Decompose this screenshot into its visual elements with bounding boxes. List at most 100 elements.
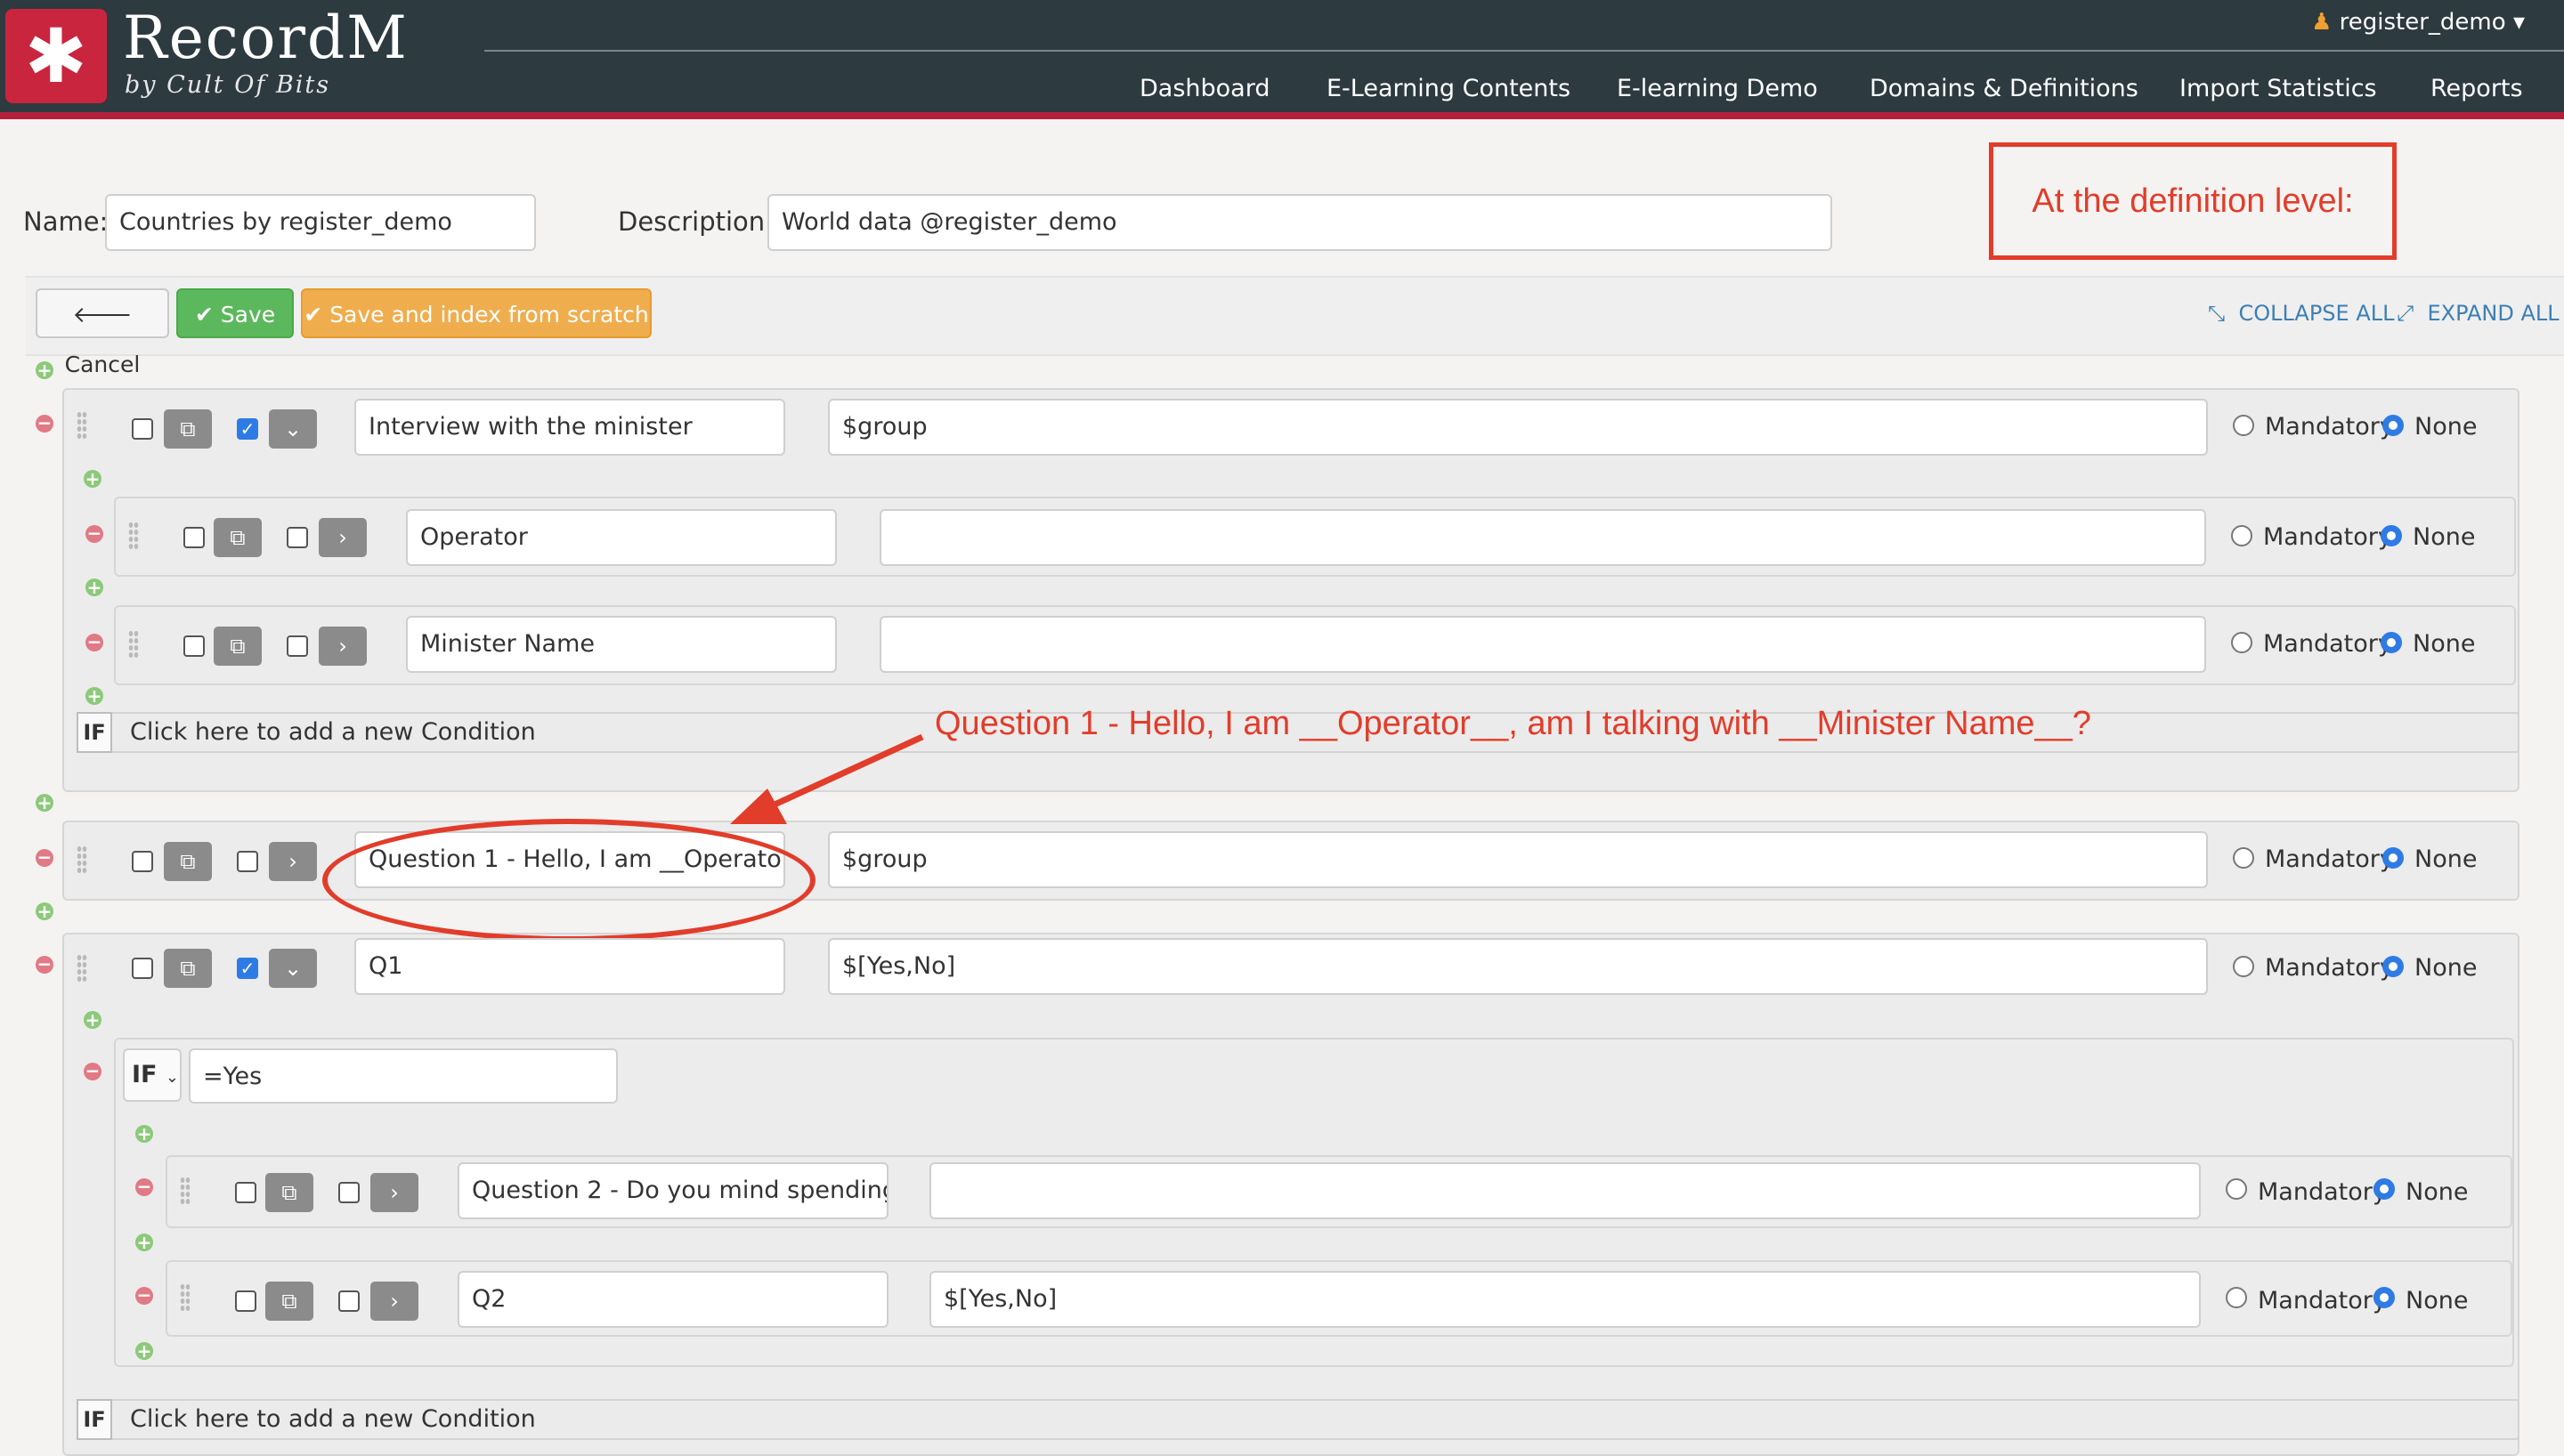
drag-handle-icon[interactable] [77, 411, 87, 440]
add-field-icon[interactable]: + [135, 1125, 153, 1143]
add-field-icon[interactable]: + [36, 361, 53, 379]
add-condition-row[interactable]: IF Click here to add a new Condition [77, 1399, 2519, 1440]
nav-dashboard[interactable]: Dashboard [1140, 75, 1270, 102]
none-radio[interactable] [2381, 525, 2402, 546]
field-description-input[interactable]: $group [828, 831, 2208, 888]
field-name-input[interactable]: Question 2 - Do you mind spending a f [458, 1162, 888, 1219]
drag-handle-icon[interactable] [180, 1177, 191, 1205]
field-name-input[interactable]: Operator [406, 509, 837, 566]
remove-field-icon[interactable]: − [135, 1177, 153, 1196]
drag-handle-icon[interactable] [180, 1283, 191, 1312]
cancel-button[interactable]: 🡐 Cancel [36, 288, 169, 377]
chevron-right-icon[interactable]: › [269, 842, 317, 881]
chevron-down-icon[interactable]: ⌄ [269, 949, 317, 988]
mandatory-radio[interactable] [2231, 632, 2252, 653]
duplicate-icon[interactable]: ⧉ [265, 1173, 313, 1212]
nav-reports[interactable]: Reports [2430, 75, 2523, 102]
duplicate-icon[interactable]: ⧉ [164, 949, 212, 988]
select-checkbox[interactable] [132, 958, 153, 979]
add-field-icon[interactable]: + [84, 1011, 101, 1029]
duplicate-icon[interactable]: ⧉ [164, 842, 212, 881]
add-field-icon[interactable]: + [85, 687, 103, 705]
drag-handle-icon[interactable] [77, 954, 87, 983]
expand-checkbox[interactable] [338, 1182, 360, 1203]
none-radio[interactable] [2381, 632, 2402, 653]
remove-field-icon[interactable]: − [135, 1286, 153, 1305]
duplicate-icon[interactable]: ⧉ [265, 1282, 313, 1321]
chevron-right-icon[interactable]: › [319, 518, 367, 557]
description-input[interactable]: World data @register_demo [767, 194, 1832, 251]
remove-field-icon[interactable]: − [85, 633, 103, 651]
mandatory-radio[interactable] [2231, 525, 2252, 546]
mandatory-radio[interactable] [2226, 1287, 2247, 1308]
none-radio[interactable] [2382, 415, 2404, 436]
select-checkbox[interactable] [132, 418, 153, 440]
add-condition-link[interactable]: Click here to add a new Condition [130, 714, 536, 751]
field-description-input[interactable] [880, 509, 2206, 566]
none-radio[interactable] [2382, 847, 2404, 869]
duplicate-icon[interactable]: ⧉ [214, 518, 262, 557]
add-field-icon[interactable]: + [36, 794, 53, 812]
none-radio[interactable] [2382, 956, 2404, 977]
remove-field-icon[interactable]: − [36, 848, 53, 867]
asterisk-logo-icon[interactable]: ✱ [5, 9, 107, 103]
select-checkbox[interactable] [235, 1182, 256, 1203]
collapse-all-button[interactable]: ⤡ COLLAPSE ALL [2208, 301, 2395, 326]
nav-domains-definitions[interactable]: Domains & Definitions [1870, 75, 2138, 102]
none-radio[interactable] [2373, 1178, 2395, 1200]
nav-import-statistics[interactable]: Import Statistics [2179, 75, 2377, 102]
field-description-input[interactable] [880, 616, 2206, 673]
duplicate-icon[interactable]: ⧉ [164, 409, 212, 449]
field-name-input[interactable]: Minister Name [406, 616, 837, 673]
none-radio[interactable] [2373, 1287, 2395, 1308]
field-name-input[interactable]: Interview with the minister [354, 399, 785, 456]
condition-input[interactable]: =Yes [189, 1048, 618, 1104]
field-description-input[interactable]: $group [828, 399, 2208, 456]
chevron-right-icon[interactable]: › [319, 627, 367, 666]
add-condition-link[interactable]: Click here to add a new Condition [130, 1401, 536, 1438]
expand-checkbox[interactable] [287, 635, 308, 657]
drag-handle-icon[interactable] [128, 630, 139, 659]
name-input[interactable]: Countries by register_demo [105, 194, 536, 251]
remove-condition-icon[interactable]: − [84, 1062, 101, 1080]
select-checkbox[interactable] [183, 635, 205, 657]
expand-checkbox[interactable]: ✓ [237, 958, 258, 979]
save-index-button[interactable]: ✔ Save and index from scratch [301, 288, 652, 338]
expand-checkbox[interactable] [237, 851, 258, 872]
field-description-input[interactable]: $[Yes,No] [929, 1271, 2201, 1328]
chevron-right-icon[interactable]: › [370, 1173, 418, 1212]
chevron-down-icon[interactable]: ⌄ [269, 409, 317, 449]
mandatory-radio[interactable] [2233, 415, 2254, 436]
mandatory-radio[interactable] [2233, 956, 2254, 977]
add-field-icon[interactable]: + [36, 902, 53, 920]
expand-all-button[interactable]: ⤢ EXPAND ALL [2397, 301, 2560, 326]
add-field-icon[interactable]: + [84, 470, 101, 488]
add-field-icon[interactable]: + [135, 1234, 153, 1251]
remove-field-icon[interactable]: − [36, 414, 53, 433]
field-name-input[interactable]: Q1 [354, 938, 785, 995]
add-field-icon[interactable]: + [135, 1342, 153, 1360]
save-button[interactable]: ✔ Save [176, 288, 294, 338]
mandatory-radio[interactable] [2233, 847, 2254, 869]
select-checkbox[interactable] [235, 1290, 256, 1312]
select-checkbox[interactable] [183, 527, 205, 548]
remove-field-icon[interactable]: − [85, 524, 103, 543]
expand-checkbox[interactable]: ✓ [237, 418, 258, 440]
drag-handle-icon[interactable] [128, 522, 139, 550]
if-select[interactable]: IF ⌄ [123, 1048, 182, 1102]
expand-checkbox[interactable] [287, 527, 308, 548]
select-checkbox[interactable] [132, 851, 153, 872]
field-description-input[interactable] [929, 1162, 2201, 1219]
user-menu[interactable]: ♟ register_demo ▾ [2311, 9, 2525, 36]
expand-checkbox[interactable] [338, 1290, 360, 1312]
field-name-input[interactable]: Q2 [458, 1271, 888, 1328]
mandatory-radio[interactable] [2226, 1178, 2247, 1200]
chevron-right-icon[interactable]: › [370, 1282, 418, 1321]
nav-elearning-contents[interactable]: E-Learning Contents [1327, 75, 1570, 102]
drag-handle-icon[interactable] [77, 845, 87, 874]
field-description-input[interactable]: $[Yes,No] [828, 938, 2208, 995]
nav-elearning-demo[interactable]: E-learning Demo [1617, 75, 1818, 102]
remove-field-icon[interactable]: − [36, 955, 53, 974]
add-field-icon[interactable]: + [85, 578, 103, 596]
duplicate-icon[interactable]: ⧉ [214, 627, 262, 666]
